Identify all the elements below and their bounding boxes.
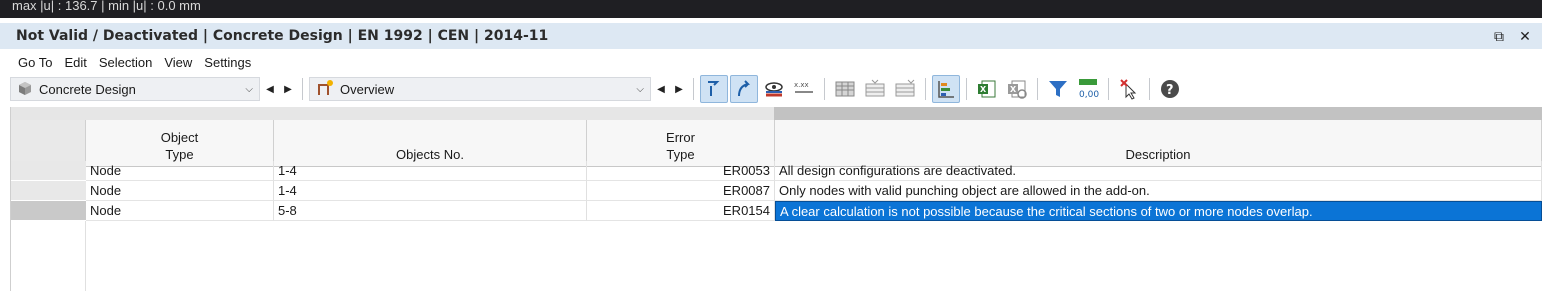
show-in-table-button[interactable]	[730, 75, 758, 103]
table-rows-button[interactable]	[861, 75, 889, 103]
concrete-design-icon	[17, 80, 33, 99]
cell-error-type[interactable]: ER0154	[587, 201, 775, 221]
row-header-empty-area	[11, 221, 86, 291]
table-icon	[835, 81, 855, 97]
cell-objects-no[interactable]: 1-4	[274, 161, 587, 181]
menu-view[interactable]: View	[158, 55, 198, 70]
chevron-down-icon: ⌵	[636, 83, 644, 95]
import-excel-button[interactable]: X	[1003, 75, 1031, 103]
chevron-down-icon: ⌵	[245, 83, 253, 95]
menu-settings[interactable]: Settings	[198, 55, 257, 70]
export-excel-button[interactable]: X	[973, 75, 1001, 103]
svg-text:X: X	[1010, 85, 1017, 94]
cell-description[interactable]: All design configurations are deactivate…	[775, 161, 1542, 181]
menu-bar: Go To Edit Selection View Settings	[0, 51, 1542, 73]
status-readout: max |u| : 136.7 | min |u| : 0.0 mm	[0, 0, 1542, 18]
toolbar-divider	[824, 78, 825, 100]
select-arrow-icon	[708, 81, 720, 96]
overview-icon	[316, 79, 334, 100]
link-arrow-icon	[738, 80, 750, 97]
toolbar-divider	[966, 78, 967, 100]
table-columns-button[interactable]	[891, 75, 919, 103]
toolbar-divider	[1149, 78, 1150, 100]
tree-view-button[interactable]	[932, 75, 960, 103]
svg-text:X: X	[980, 85, 987, 94]
column-header-line1: Object	[160, 130, 199, 145]
cell-object-type[interactable]: Node	[86, 161, 274, 181]
toolbar-divider	[302, 78, 303, 100]
column-header-objects-no[interactable]: Objects No.	[274, 120, 587, 167]
table-rows-icon	[865, 79, 885, 97]
row-header[interactable]	[11, 181, 86, 201]
column-header-error-type[interactable]: Error Type	[587, 120, 775, 167]
cell-description[interactable]: Only nodes with valid punching object ar…	[775, 181, 1542, 201]
view-select[interactable]: Overview ⌵	[309, 77, 651, 101]
table-view-button[interactable]	[831, 75, 859, 103]
view-prev-button[interactable]: ◀	[653, 77, 669, 101]
column-header-description[interactable]: Description	[775, 120, 1542, 167]
module-next-button[interactable]: ▶	[280, 77, 296, 101]
view-select-value: Overview	[340, 81, 395, 97]
cell-object-type[interactable]: Node	[86, 201, 274, 221]
tree-icon	[938, 81, 954, 98]
filter-icon	[1049, 81, 1067, 97]
xxx-icon: x.xx	[794, 81, 813, 93]
close-icon[interactable]: ✕	[1512, 23, 1538, 49]
decimals-icon: 0,00	[1079, 79, 1099, 100]
errors-table: Object Type Objects No. Error Type Descr…	[10, 107, 1542, 291]
header-band-right	[774, 107, 1542, 120]
module-select-value: Concrete Design	[39, 81, 136, 97]
clear-selection-button[interactable]	[1115, 75, 1143, 103]
row-header-corner	[11, 120, 86, 167]
help-button[interactable]: ?	[1156, 75, 1184, 103]
menu-edit[interactable]: Edit	[58, 55, 92, 70]
cell-objects-no[interactable]: 5-8	[274, 201, 587, 221]
filter-button[interactable]	[1044, 75, 1072, 103]
toolbar-divider	[693, 78, 694, 100]
row-header[interactable]	[11, 161, 86, 181]
excel-icon: X	[978, 80, 996, 98]
cell-description-selected[interactable]: A clear calculation is not possible beca…	[775, 201, 1542, 221]
select-in-model-button[interactable]	[700, 75, 728, 103]
menu-selection[interactable]: Selection	[93, 55, 158, 70]
svg-text:x.xx: x.xx	[794, 81, 809, 89]
toolbar-divider	[1037, 78, 1038, 100]
module-select[interactable]: Concrete Design ⌵	[10, 77, 260, 101]
svg-text:?: ?	[1166, 83, 1174, 98]
cell-objects-no[interactable]: 1-4	[274, 181, 587, 201]
column-header-line1: Error	[666, 130, 695, 145]
number-format-button[interactable]: 0,00	[1074, 75, 1102, 103]
visibility-button[interactable]	[760, 75, 788, 103]
decimal-places-button[interactable]: x.xx	[790, 75, 818, 103]
header-band-left	[11, 107, 774, 120]
help-icon: ?	[1161, 80, 1179, 98]
table-columns-icon	[895, 79, 915, 97]
view-next-button[interactable]: ▶	[671, 77, 687, 101]
excel-import-icon: X	[1008, 80, 1027, 99]
module-prev-button[interactable]: ◀	[262, 77, 278, 101]
panel-title-bar: Not Valid / Deactivated | Concrete Desig…	[0, 23, 1542, 49]
cell-object-type[interactable]: Node	[86, 181, 274, 201]
panel-title: Not Valid / Deactivated | Concrete Desig…	[16, 28, 549, 44]
toolbar-divider	[925, 78, 926, 100]
restore-window-icon[interactable]: ⧉	[1486, 23, 1512, 49]
svg-text:0,00: 0,00	[1079, 90, 1099, 100]
eye-icon	[765, 82, 783, 97]
column-header-object-type[interactable]: Object Type	[86, 120, 274, 167]
menu-go-to[interactable]: Go To	[12, 55, 58, 70]
toolbar-divider	[1108, 78, 1109, 100]
header-band	[11, 107, 1542, 120]
toolbar: Concrete Design ⌵ ◀ ▶ Overview ⌵ ◀ ▶ x.x…	[0, 74, 1542, 104]
cell-error-type[interactable]: ER0053	[587, 161, 775, 181]
cell-error-type[interactable]: ER0087	[587, 181, 775, 201]
row-header-selected[interactable]	[11, 201, 86, 221]
cursor-cancel-icon	[1120, 79, 1137, 100]
